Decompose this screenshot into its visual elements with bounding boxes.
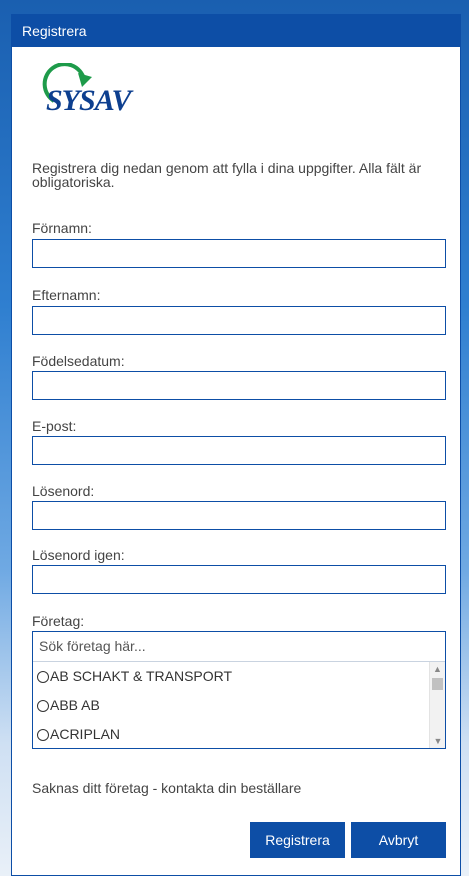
company-label: Företag:	[32, 613, 85, 629]
birthdate-input[interactable]	[32, 371, 446, 400]
scroll-up-icon[interactable]: ▲	[430, 662, 445, 676]
company-option-label: ACRIPLAN	[50, 726, 121, 742]
scrollbar-thumb[interactable]	[432, 678, 443, 690]
password-label: Lösenord:	[32, 483, 95, 499]
intro-text: Registrera dig nedan genom att fylla i d…	[32, 160, 422, 190]
radio-icon[interactable]	[37, 728, 49, 741]
email-input[interactable]	[32, 436, 446, 465]
company-option-label: ABB AB	[50, 697, 100, 713]
missing-company-note: Saknas ditt företag - kontakta din bestä…	[32, 780, 302, 796]
cancel-button[interactable]: Avbryt	[351, 822, 446, 858]
birthdate-label: Födelsedatum:	[32, 353, 125, 369]
svg-text:SYSAV: SYSAV	[46, 84, 134, 117]
radio-icon[interactable]	[37, 670, 49, 683]
lastname-input[interactable]	[32, 306, 446, 335]
firstname-label: Förnamn:	[32, 220, 92, 236]
radio-icon[interactable]	[37, 699, 49, 712]
scroll-down-icon[interactable]: ▼	[430, 734, 446, 748]
company-selector: Sök företag här... AB SCHAKT & TRANSPORT…	[32, 631, 446, 749]
sysav-logo: SYSAV	[42, 63, 135, 117]
lastname-label: Efternamn:	[32, 287, 101, 303]
password-confirm-label: Lösenord igen:	[32, 547, 125, 563]
company-option[interactable]: ACRIPLAN	[33, 720, 429, 749]
company-search-input[interactable]: Sök företag här...	[33, 632, 445, 662]
password-confirm-input[interactable]	[32, 565, 446, 594]
company-option[interactable]: AB SCHAKT & TRANSPORT	[33, 662, 429, 691]
company-option[interactable]: ABB AB	[33, 691, 429, 720]
firstname-input[interactable]	[32, 239, 446, 268]
company-list: AB SCHAKT & TRANSPORT ABB AB ACRIPLAN ▲ …	[33, 662, 445, 748]
company-option-label: AB SCHAKT & TRANSPORT	[50, 668, 233, 684]
password-input[interactable]	[32, 501, 446, 530]
dialog-title: Registrera	[12, 15, 460, 47]
register-button[interactable]: Registrera	[250, 822, 345, 858]
register-dialog: Registrera SYSAV Registrera dig nedan ge…	[11, 14, 461, 876]
company-list-scrollbar[interactable]: ▲ ▼	[429, 662, 445, 748]
email-label: E-post:	[32, 418, 77, 434]
